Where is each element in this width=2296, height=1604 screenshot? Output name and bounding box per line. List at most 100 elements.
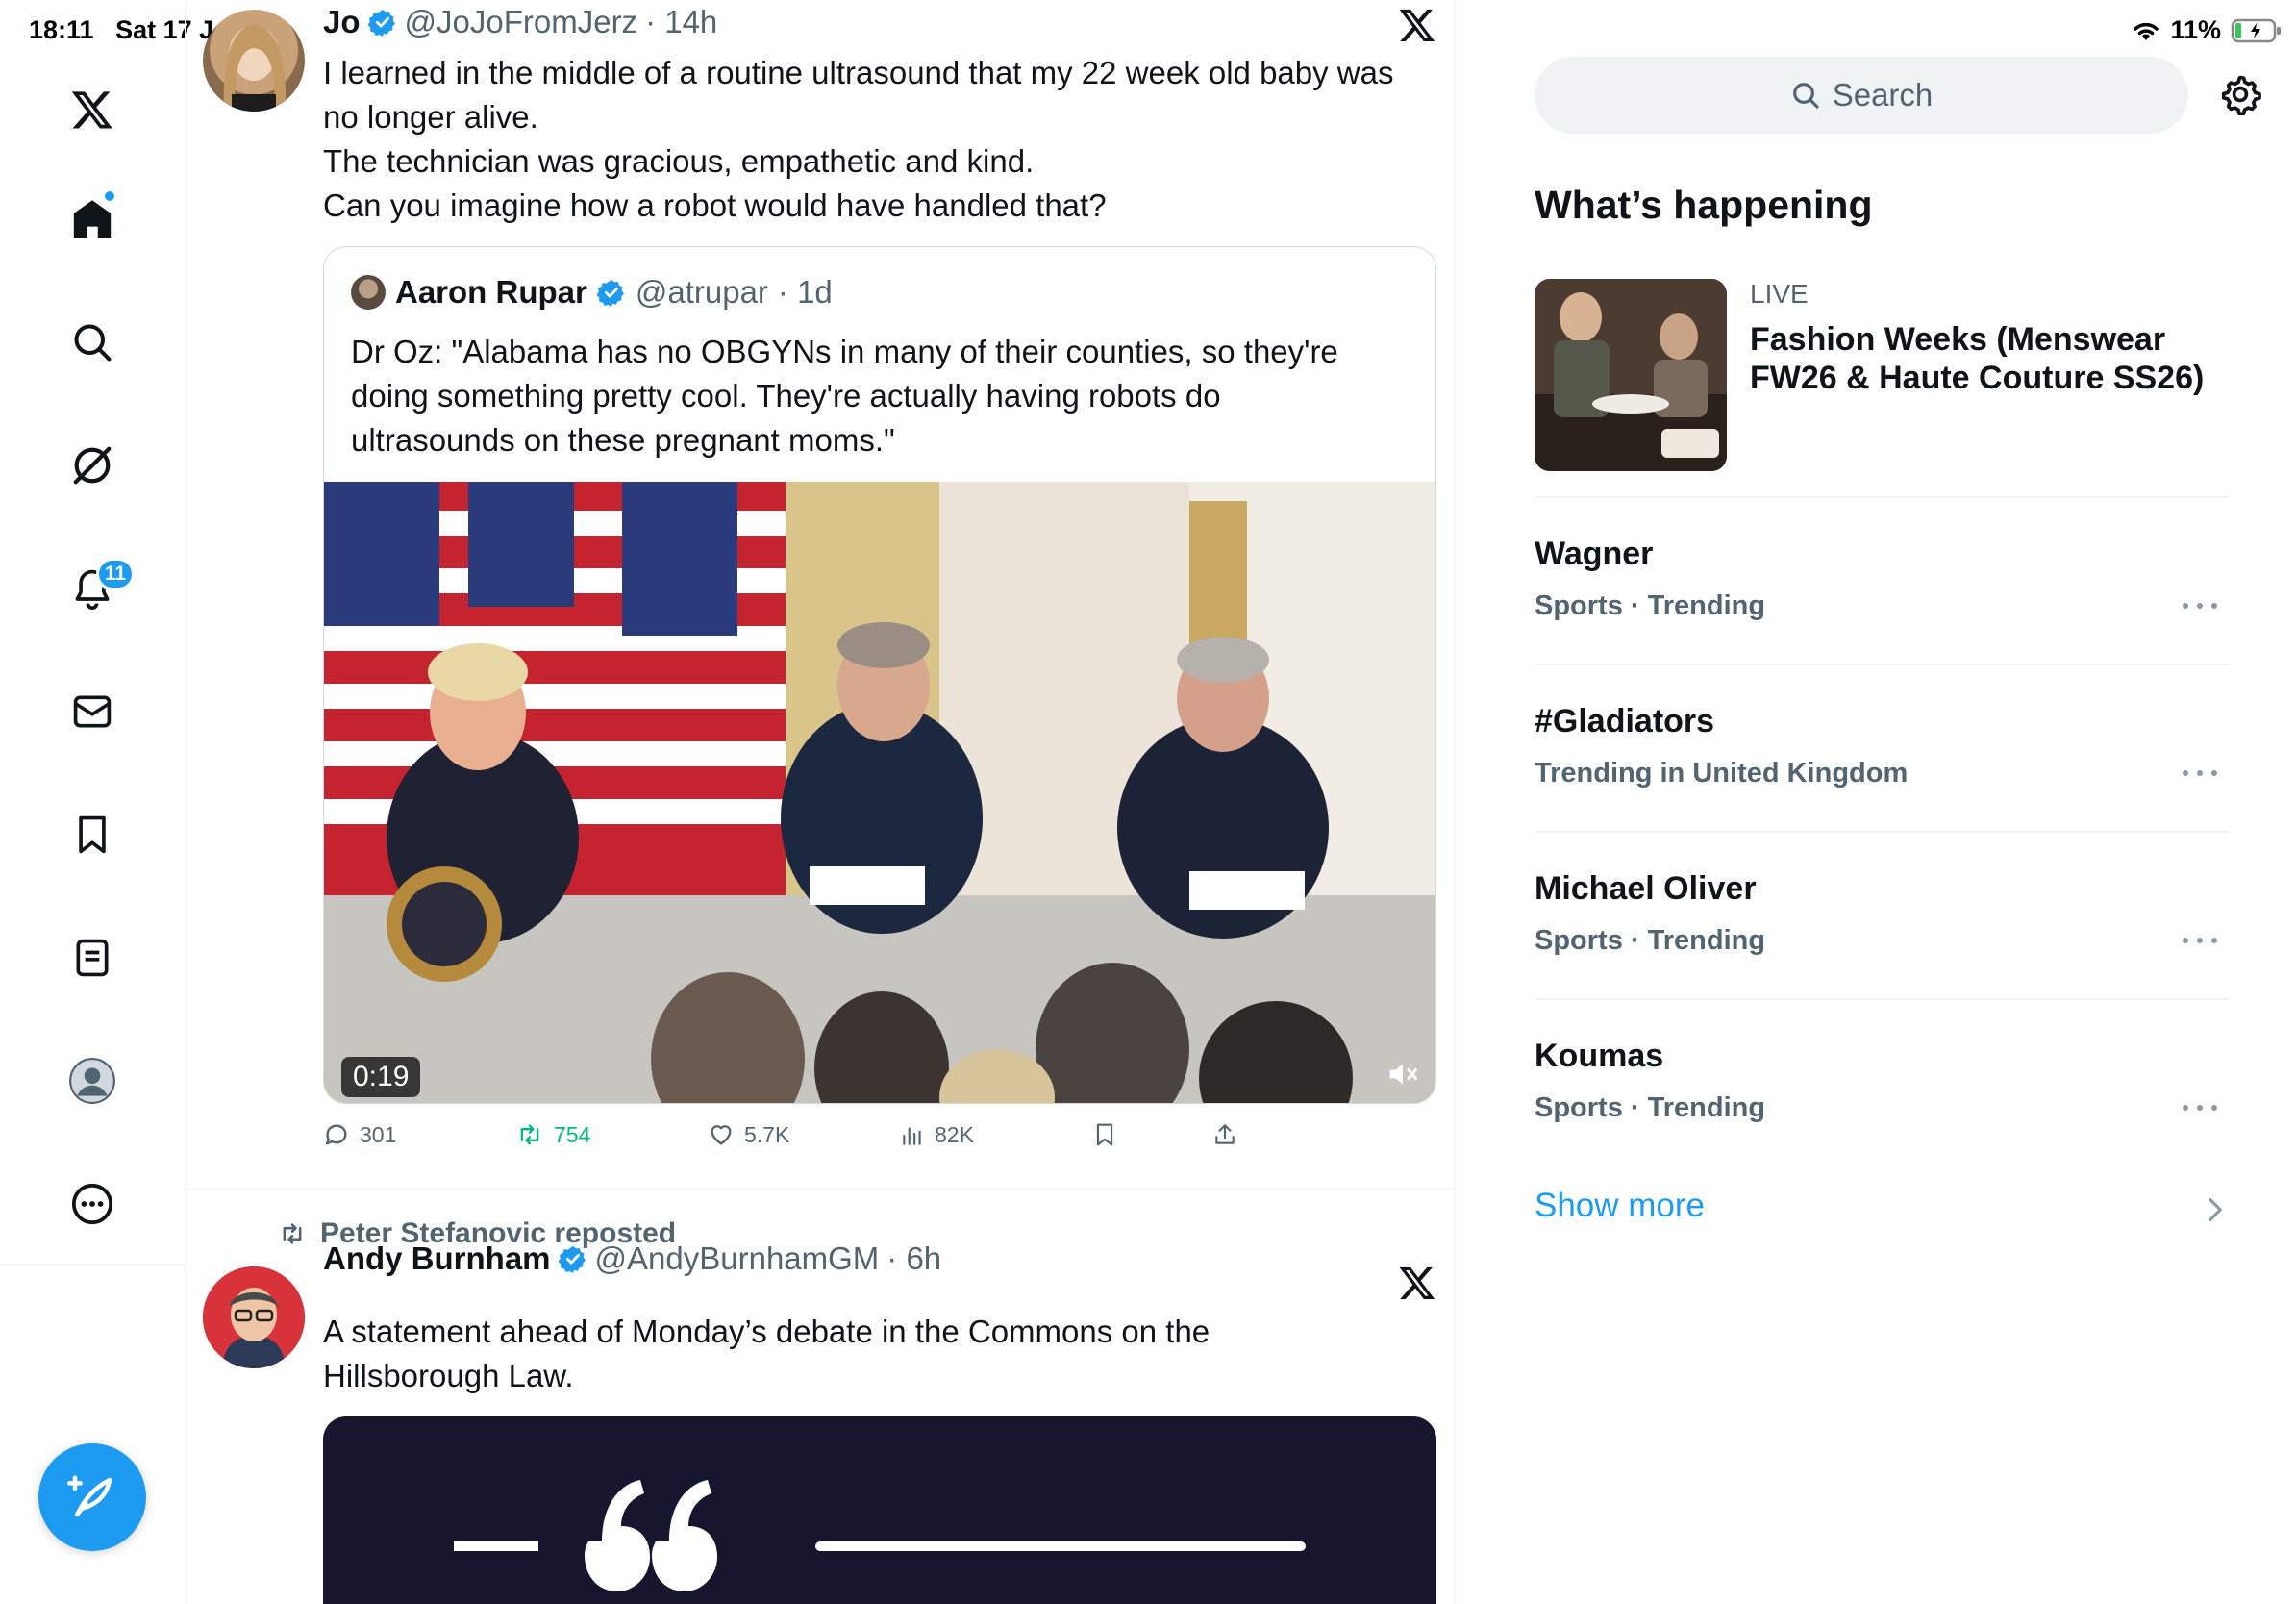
share-button[interactable] — [1212, 1121, 1237, 1148]
trend-divider — [1535, 998, 2229, 1000]
nav-lists[interactable] — [60, 925, 125, 990]
share-icon — [1215, 1124, 1235, 1144]
tweet2-text-line: A statement ahead of Monday’s debate in … — [323, 1314, 1210, 1349]
tweet1-timestamp[interactable]: · 14h — [645, 4, 717, 40]
list-icon — [76, 939, 109, 977]
tweet1-text-line: The technician was gracious, empathetic … — [323, 143, 1035, 179]
trend-divider — [1535, 496, 2229, 498]
analytics-icon — [903, 1127, 921, 1145]
avatar-andy[interactable] — [203, 1266, 305, 1368]
trend-more-icon[interactable] — [2183, 936, 2217, 945]
video-player[interactable]: 0:19 — [324, 482, 1435, 1103]
trend-name[interactable]: Wagner — [1535, 536, 1653, 573]
trend-more-icon[interactable] — [2183, 1103, 2217, 1113]
trend-more-icon[interactable] — [2183, 768, 2217, 778]
views-button[interactable]: 82K — [900, 1121, 974, 1148]
quote-text: Dr Oz: "Alabama has no OBGYNs in many of… — [351, 330, 1409, 463]
video-thumbnail — [324, 482, 1435, 1103]
tweet2-author-handle[interactable]: @AndyBurnhamGM — [595, 1241, 880, 1277]
trend-name[interactable]: Koumas — [1535, 1038, 1663, 1075]
quote-author-handle: @atrupar — [635, 274, 768, 310]
trend-meta: Trending in United Kingdom — [1535, 758, 1909, 789]
trend-meta: Sports · Trending — [1535, 1092, 1766, 1123]
chevron-right-icon[interactable] — [2206, 1196, 2225, 1223]
tweet1-text-line: I learned in the middle of a routine ult… — [323, 55, 1394, 90]
like-count: 5.7K — [744, 1121, 790, 1147]
like-button[interactable]: 5.7K — [708, 1121, 789, 1148]
home-unread-dot — [103, 189, 116, 203]
tweet2-author-name[interactable]: Andy Burnham — [323, 1241, 551, 1277]
home-icon — [73, 200, 112, 238]
quote-avatar — [351, 275, 386, 310]
search-input[interactable]: Search — [1535, 57, 2188, 134]
nav-profile[interactable] — [60, 1048, 125, 1114]
x-logo-icon[interactable] — [60, 77, 125, 142]
trends-title: What’s happening — [1535, 183, 1873, 227]
bookmark-icon — [1096, 1123, 1113, 1146]
bookmark-button[interactable] — [1092, 1121, 1117, 1148]
tweet1-author-name[interactable]: Jo — [323, 4, 361, 40]
trend-more-icon[interactable] — [2183, 601, 2217, 611]
gear-icon[interactable] — [2219, 73, 2261, 115]
live-event-thumbnail[interactable] — [1535, 279, 1727, 471]
mute-icon[interactable] — [1385, 1057, 1420, 1091]
quoted-tweet-card[interactable]: Aaron Rupar @atrupar · 1d Dr Oz: "Alabam… — [323, 246, 1436, 1104]
live-event-title[interactable]: Fashion Weeks (Menswear FW26 & Haute Cou… — [1750, 320, 2250, 397]
nav-rail: 11 — [0, 0, 186, 1604]
more-circle-icon — [71, 1183, 113, 1225]
tweet1-text-line: Can you imagine how a robot would have h… — [323, 188, 1107, 223]
tweet-divider — [186, 1189, 1454, 1190]
reply-button[interactable]: 301 — [323, 1121, 396, 1148]
video-duration: 0:19 — [341, 1057, 421, 1097]
verified-badge-icon — [596, 279, 624, 307]
reply-count: 301 — [360, 1121, 397, 1147]
compose-feather-icon — [67, 1475, 112, 1517]
tweet2-timestamp[interactable]: · 6h — [886, 1241, 941, 1277]
nav-bookmarks[interactable] — [60, 802, 125, 867]
tweet2-media[interactable] — [323, 1416, 1436, 1604]
views-count: 82K — [935, 1121, 974, 1147]
repost-button[interactable]: 754 — [515, 1121, 590, 1148]
trend-name[interactable]: Michael Oliver — [1535, 870, 1757, 908]
show-more-link[interactable]: Show more — [1535, 1187, 1705, 1225]
compose-button[interactable] — [38, 1443, 146, 1551]
nav-messages[interactable] — [60, 679, 125, 744]
trend-meta: Sports · Trending — [1535, 925, 1766, 956]
avatar-jo[interactable] — [203, 10, 305, 112]
bookmark-icon — [79, 815, 106, 854]
search-placeholder: Search — [1832, 77, 1934, 113]
trend-divider — [1535, 664, 2229, 665]
wifi-icon — [2134, 22, 2159, 40]
status-indicators: 11% — [2132, 15, 2283, 45]
verified-badge-icon — [558, 1245, 586, 1273]
grok-icon — [73, 446, 112, 485]
nav-divider — [0, 1264, 186, 1265]
repost-icon — [520, 1124, 539, 1145]
quote-header: Aaron Rupar @atrupar · 1d — [351, 274, 833, 311]
repost-count: 754 — [554, 1121, 591, 1147]
search-icon — [74, 324, 112, 362]
trend-name[interactable]: #Gladiators — [1535, 703, 1714, 740]
tweet2-header: Andy Burnham @AndyBurnhamGM · 6h — [323, 1241, 941, 1277]
reply-icon — [325, 1124, 347, 1145]
tweet1-text-line: no longer alive. — [323, 99, 538, 135]
mail-icon — [73, 695, 112, 728]
quote-text-line: doing something pretty cool. They're act… — [351, 378, 1221, 414]
nav-explore[interactable] — [60, 310, 125, 375]
x-logo-icon[interactable] — [1398, 6, 1436, 44]
quote-author-name: Aaron Rupar — [395, 274, 587, 310]
x-logo-icon[interactable] — [1398, 1264, 1436, 1302]
trend-meta: Sports · Trending — [1535, 590, 1766, 621]
nav-more[interactable] — [60, 1171, 125, 1237]
repost-icon — [283, 1223, 302, 1244]
tweet1-author-handle[interactable]: @JoJoFromJerz — [405, 4, 638, 40]
tweet2-text-line: Hillsborough Law. — [323, 1358, 574, 1393]
nav-grok[interactable] — [60, 433, 125, 498]
quote-graphic — [454, 1480, 1306, 1591]
live-tag: LIVE — [1750, 279, 1809, 309]
search-icon — [1792, 83, 1819, 109]
tweet1-actions: 301 754 5.7K 82K — [323, 1121, 1436, 1160]
notifications-badge: 11 — [96, 558, 135, 590]
quote-text-line: Dr Oz: "Alabama has no OBGYNs in many of… — [351, 334, 1338, 369]
profile-avatar-icon — [69, 1058, 115, 1104]
